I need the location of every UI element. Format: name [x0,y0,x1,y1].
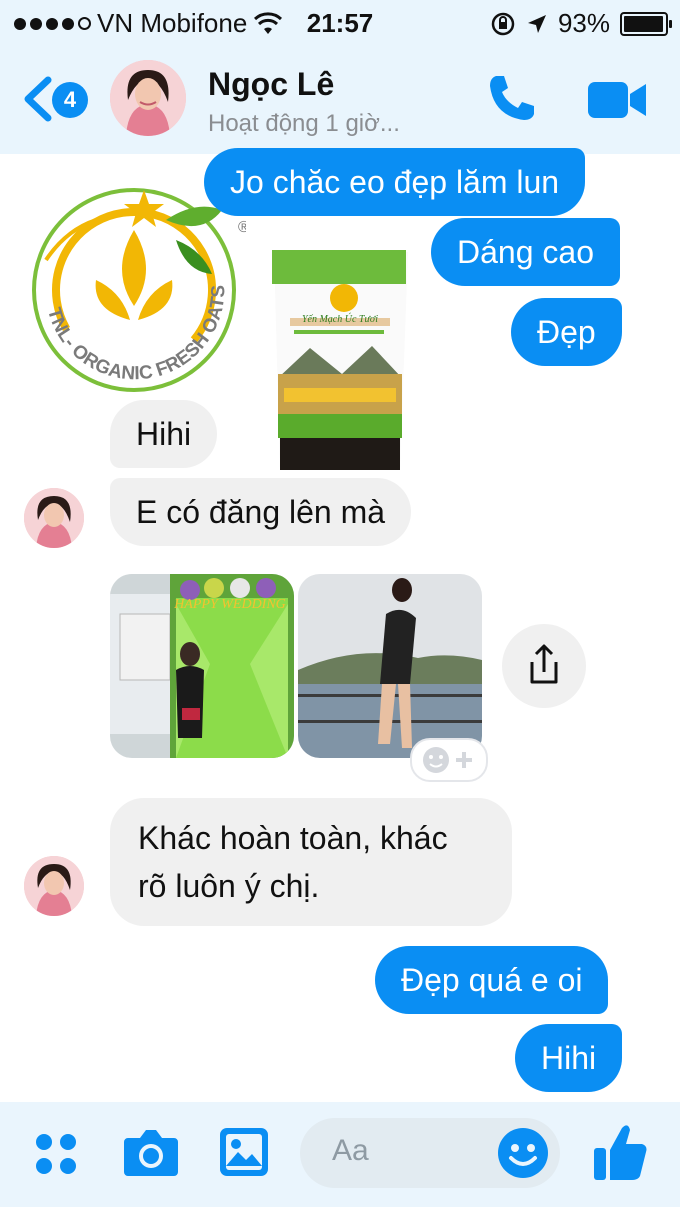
gallery-icon[interactable] [218,1126,270,1178]
activity-status: Hoạt động 1 giờ... [208,110,400,137]
emoji-add-icon [423,747,472,773]
product-bag-image[interactable]: Yến Mạch Úc Tươi [250,198,430,470]
unread-badge[interactable]: 4 [52,82,88,118]
rotation-lock-icon [491,12,515,35]
message-bubble-out[interactable]: Đẹp quá e oi [375,946,609,1014]
video-camera-icon[interactable] [586,80,648,120]
apps-icon[interactable] [34,1132,80,1178]
avatar[interactable] [24,488,84,548]
wedding-photo[interactable]: HAPPY WEDDING [110,574,294,758]
composer-bar: Aa [0,1102,680,1207]
battery-percent: 93% [557,8,610,38]
contact-name[interactable]: Ngọc Lê [208,66,334,103]
avatar[interactable] [110,60,186,136]
message-line: rõ luôn ý chị. [138,868,320,904]
share-icon [530,644,558,684]
message-bubble-out[interactable]: Đẹp [511,298,622,366]
emoji-icon[interactable] [496,1126,550,1180]
message-bubble-out[interactable]: Hihi [515,1024,623,1092]
add-reaction-button[interactable] [410,738,488,782]
svg-text:TNL- ORGANIC FRESH OATS: TNL- ORGANIC FRESH OATS [43,285,229,385]
message-input-placeholder: Aa [332,1134,369,1167]
avatar[interactable] [24,856,84,916]
battery-icon [620,11,672,36]
message-line: Khác hoàn toàn, khác [138,820,448,856]
logo-text: TNL- ORGANIC FRESH OATS [43,285,229,385]
camera-icon[interactable] [122,1124,180,1180]
share-button[interactable] [502,624,586,708]
location-arrow-icon [527,14,546,33]
seaside-photo[interactable] [298,574,482,758]
chat-header: 4 Ngọc Lê Hoạt động 1 giờ... [0,44,680,154]
phone-icon[interactable] [486,72,538,124]
message-bubble-in[interactable]: E có đăng lên mà [110,478,412,546]
message-bubble-in[interactable]: Hihi [110,400,218,468]
product-label: Yến Mạch Úc Tươi [302,313,378,325]
photo-banner-text: HAPPY WEDDING [173,597,286,612]
message-bubble-in[interactable]: Khác hoàn toàn, khác rõ luôn ý chị. [110,798,512,926]
thumbs-up-icon[interactable] [592,1120,648,1182]
message-bubble-out[interactable]: Jo chăc eo đẹp lăm lun [204,148,586,216]
oats-logo-image[interactable]: ® TNL- ORGANIC FRESH OATS [26,180,250,400]
status-bar: VN Mobifone 21:57 93% [0,0,680,44]
message-bubble-out[interactable]: Dáng cao [431,218,620,286]
status-right: 93% [490,8,672,39]
